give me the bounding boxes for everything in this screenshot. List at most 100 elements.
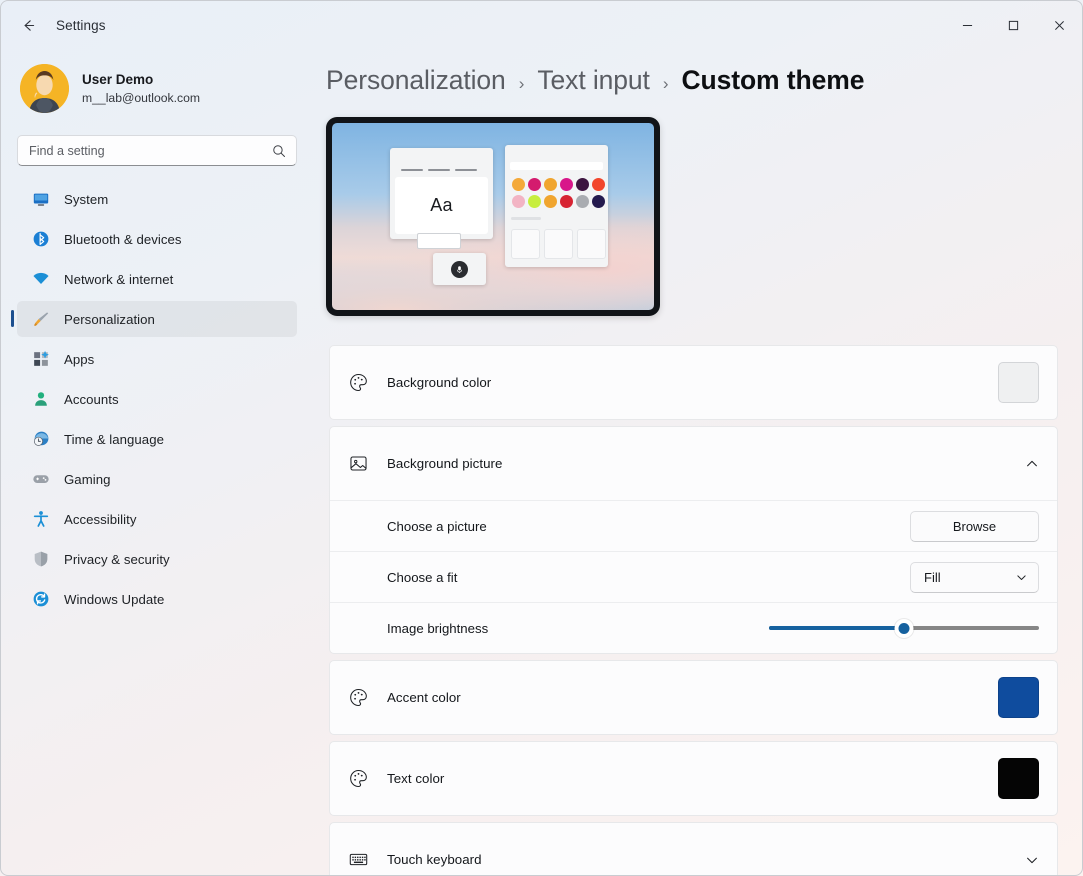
- background-color-swatch[interactable]: [998, 362, 1039, 403]
- preview-theme-tiles: [511, 229, 606, 259]
- settings-card-list: Background color Backg: [329, 345, 1058, 875]
- preview-swatch: [560, 178, 573, 191]
- accessibility-icon: [31, 509, 51, 529]
- preview-swatch: [560, 195, 573, 208]
- row-text-color[interactable]: Text color: [330, 742, 1057, 815]
- maximize-button[interactable]: [990, 1, 1036, 49]
- subrow-label: Image brightness: [387, 621, 488, 636]
- avatar-illustration-icon: [20, 64, 69, 113]
- card-background-color: Background color: [329, 345, 1058, 420]
- card-background-picture: Background picture Choose a picture Brow…: [329, 426, 1058, 654]
- sidebar-item-time-language[interactable]: Time & language: [17, 421, 297, 457]
- sidebar-item-windows-update[interactable]: Windows Update: [17, 581, 297, 617]
- subrow-choose-a-picture: Choose a picture Browse: [330, 500, 1057, 551]
- theme-preview: Aa: [326, 117, 660, 316]
- content-area: Personalization › Text input › Custom th…: [313, 49, 1082, 875]
- shield-icon: [31, 549, 51, 569]
- theme-preview-frame: Aa: [332, 123, 654, 310]
- row-label: Background color: [387, 375, 491, 390]
- preview-swatch: [512, 178, 525, 191]
- chevron-up-icon[interactable]: [1025, 457, 1039, 471]
- preview-swatch: [544, 195, 557, 208]
- palette-icon: [344, 768, 372, 789]
- slider-thumb[interactable]: [895, 619, 914, 638]
- preview-swatch: [544, 178, 557, 191]
- settings-window: Settings: [0, 0, 1083, 876]
- row-label: Touch keyboard: [387, 852, 482, 867]
- row-right: [998, 677, 1039, 718]
- close-icon: [1054, 20, 1065, 31]
- chevron-down-icon[interactable]: [1025, 853, 1039, 867]
- breadcrumb-item-personalization[interactable]: Personalization: [326, 65, 506, 96]
- row-accent-color[interactable]: Accent color: [330, 661, 1057, 734]
- browse-button[interactable]: Browse: [910, 511, 1039, 542]
- sidebar-item-label: Gaming: [64, 472, 110, 487]
- preview-sample-text: Aa: [430, 195, 453, 216]
- subrow-choose-a-fit: Choose a fit Fill: [330, 551, 1057, 602]
- sidebar-item-label: Time & language: [64, 432, 164, 447]
- close-button[interactable]: [1036, 1, 1082, 49]
- sidebar-nav: System Bluetooth & devices Network: [17, 181, 297, 617]
- bluetooth-icon: [31, 229, 51, 249]
- picture-icon: [344, 453, 372, 474]
- preview-panel-divider: [511, 217, 541, 220]
- card-touch-keyboard: Touch keyboard: [329, 822, 1058, 875]
- breadcrumb-item-text-input[interactable]: Text input: [537, 65, 649, 96]
- app-title: Settings: [56, 18, 106, 33]
- palette-icon: [344, 372, 372, 393]
- subrow-label: Choose a picture: [387, 519, 487, 534]
- update-icon: [31, 589, 51, 609]
- text-color-swatch[interactable]: [998, 758, 1039, 799]
- wifi-icon: [31, 269, 51, 289]
- avatar: [20, 64, 69, 113]
- sidebar-item-privacy-security[interactable]: Privacy & security: [17, 541, 297, 577]
- preview-input-field: [417, 233, 461, 249]
- search-box[interactable]: [17, 135, 297, 166]
- sidebar-item-accounts[interactable]: Accounts: [17, 381, 297, 417]
- theme-preview-image: Aa: [332, 123, 654, 310]
- preview-swatch: [528, 195, 541, 208]
- sidebar-item-network-internet[interactable]: Network & internet: [17, 261, 297, 297]
- row-label: Text color: [387, 771, 444, 786]
- preview-keyboard-panel: Aa: [390, 148, 493, 239]
- keyboard-icon: [344, 849, 372, 870]
- breadcrumb-separator: ›: [663, 74, 669, 94]
- paintbrush-icon: [31, 309, 51, 329]
- back-button[interactable]: [11, 8, 45, 42]
- row-touch-keyboard[interactable]: Touch keyboard: [330, 823, 1057, 875]
- sidebar-item-accessibility[interactable]: Accessibility: [17, 501, 297, 537]
- account-email: m__lab@outlook.com: [82, 90, 200, 106]
- search-input[interactable]: [18, 144, 296, 158]
- preview-swatch: [512, 195, 525, 208]
- sidebar-item-personalization[interactable]: Personalization: [17, 301, 297, 337]
- sidebar-item-label: Apps: [64, 352, 94, 367]
- sidebar-item-apps[interactable]: Apps: [17, 341, 297, 377]
- preview-swatch: [576, 178, 589, 191]
- choose-fit-select[interactable]: Fill: [910, 562, 1039, 593]
- subrow-right: [769, 617, 1039, 639]
- preview-suggestion-bars: [401, 169, 477, 171]
- sidebar-item-label: Bluetooth & devices: [64, 232, 182, 247]
- row-background-color[interactable]: Background color: [330, 346, 1057, 419]
- sidebar-item-label: System: [64, 192, 108, 207]
- gamepad-icon: [31, 469, 51, 489]
- maximize-icon: [1008, 20, 1019, 31]
- account-name: User Demo: [82, 71, 200, 89]
- choose-fit-value: Fill: [924, 570, 941, 585]
- accent-color-swatch[interactable]: [998, 677, 1039, 718]
- preview-color-swatches: [512, 178, 605, 208]
- subrow-right: Browse: [910, 511, 1039, 542]
- subrow-label: Choose a fit: [387, 570, 457, 585]
- account-tile[interactable]: User Demo m__lab@outlook.com: [18, 60, 297, 117]
- person-icon: [31, 389, 51, 409]
- sidebar-item-gaming[interactable]: Gaming: [17, 461, 297, 497]
- sidebar-item-bluetooth-devices[interactable]: Bluetooth & devices: [17, 221, 297, 257]
- row-background-picture[interactable]: Background picture: [330, 427, 1057, 500]
- image-brightness-slider[interactable]: [769, 617, 1039, 639]
- sidebar-item-system[interactable]: System: [17, 181, 297, 217]
- minimize-icon: [962, 20, 973, 31]
- preview-swatch: [592, 178, 605, 191]
- subrow-image-brightness: Image brightness: [330, 602, 1057, 653]
- minimize-button[interactable]: [944, 1, 990, 49]
- back-arrow-icon: [20, 17, 37, 34]
